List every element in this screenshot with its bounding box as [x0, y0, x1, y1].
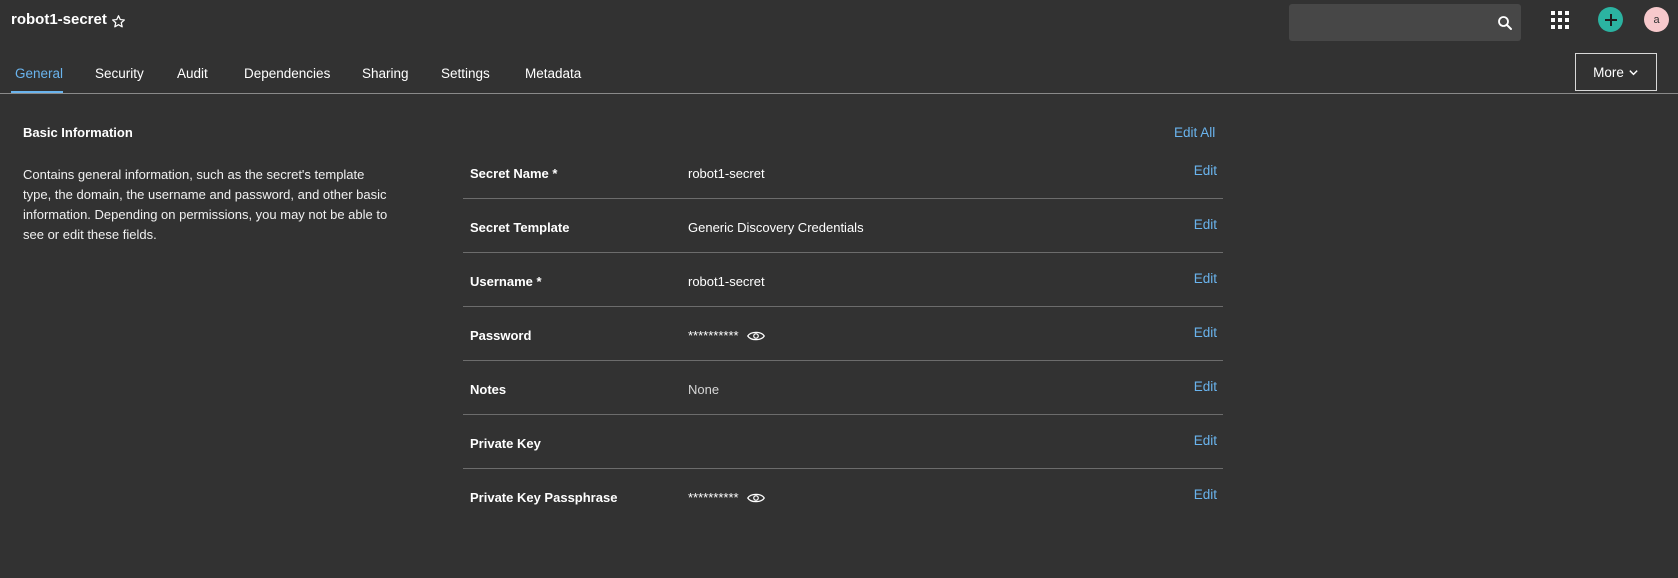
edit-username-link[interactable]: Edit — [1194, 271, 1217, 286]
plus-icon — [1604, 13, 1617, 26]
page-title: robot1-secret — [11, 11, 107, 28]
user-avatar[interactable]: a — [1644, 7, 1669, 32]
field-label: Username * — [470, 274, 542, 289]
field-row-password: Password ********** Edit — [463, 307, 1223, 361]
tab-audit[interactable]: Audit — [177, 66, 208, 81]
field-label: Private Key Passphrase — [470, 490, 618, 505]
eye-icon[interactable] — [746, 329, 765, 343]
tab-security[interactable]: Security — [95, 66, 144, 81]
field-row-notes: Notes None Edit — [463, 361, 1223, 415]
grid-icon[interactable] — [1551, 11, 1569, 29]
field-row-private-key-passphrase: Private Key Passphrase ********** Edit — [463, 469, 1223, 523]
edit-secret-name-link[interactable]: Edit — [1194, 163, 1217, 178]
tab-settings[interactable]: Settings — [441, 66, 490, 81]
search-input[interactable] — [1289, 4, 1521, 41]
field-label: Password — [470, 328, 532, 343]
header: robot1-secret a — [0, 0, 1678, 42]
field-label: Notes — [470, 382, 507, 397]
tab-metadata[interactable]: Metadata — [525, 66, 581, 81]
field-row-secret-name: Secret Name * robot1-secret Edit — [463, 145, 1223, 199]
edit-private-key-link[interactable]: Edit — [1194, 433, 1217, 448]
field-value-text: Generic Discovery Credentials — [688, 220, 864, 235]
secret-page: robot1-secret a General Security Audit D… — [0, 0, 1678, 578]
favorite-button[interactable] — [109, 12, 127, 30]
field-value: None — [688, 382, 719, 397]
tab-general[interactable]: General — [15, 66, 63, 81]
field-value: robot1-secret — [688, 166, 765, 181]
field-value-text: None — [688, 382, 720, 397]
field-label: Secret Template — [470, 220, 570, 235]
edit-all-link[interactable]: Edit All — [1174, 125, 1215, 140]
field-value-text: robot1-secret — [688, 274, 765, 289]
field-value: ********** — [688, 328, 765, 343]
star-outline-icon — [111, 14, 125, 27]
edit-password-link[interactable]: Edit — [1194, 325, 1217, 340]
fields-list: Secret Name * robot1-secret Edit Secret … — [463, 145, 1223, 523]
field-value: Generic Discovery Credentials — [688, 220, 864, 235]
tab-sharing[interactable]: Sharing — [362, 66, 409, 81]
section-description: Contains general information, such as th… — [23, 167, 388, 242]
field-row-secret-template: Secret Template Generic Discovery Creden… — [463, 199, 1223, 253]
edit-notes-link[interactable]: Edit — [1194, 379, 1217, 394]
field-label: Secret Name * — [470, 166, 558, 181]
more-label: More — [1593, 64, 1624, 80]
field-row-username: Username * robot1-secret Edit — [463, 253, 1223, 307]
masked-passphrase: ********** — [688, 490, 739, 505]
edit-private-key-passphrase-link[interactable]: Edit — [1194, 487, 1217, 502]
tab-dependencies[interactable]: Dependencies — [244, 66, 330, 81]
chevron-down-icon — [1629, 69, 1638, 75]
field-value: ********** — [688, 490, 765, 505]
field-value: robot1-secret — [688, 274, 765, 289]
field-row-private-key: Private Key Edit — [463, 415, 1223, 469]
eye-icon[interactable] — [746, 491, 765, 505]
field-value-text: robot1-secret — [688, 166, 765, 181]
masked-password: ********** — [688, 328, 739, 343]
edit-secret-template-link[interactable]: Edit — [1194, 217, 1217, 232]
more-button[interactable]: More — [1575, 53, 1657, 91]
field-label: Private Key — [470, 436, 541, 451]
tabs-divider — [0, 93, 1678, 94]
section-title: Basic Information — [23, 125, 133, 140]
search-icon[interactable] — [1496, 14, 1514, 32]
add-button[interactable] — [1598, 7, 1623, 32]
